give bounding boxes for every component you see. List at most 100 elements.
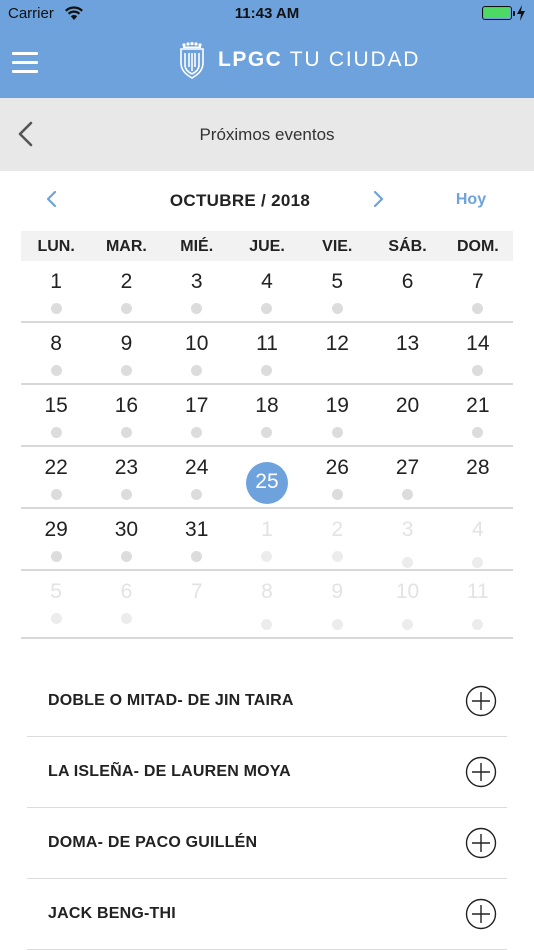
weekday-label: SÁB. — [388, 238, 427, 255]
calendar-day[interactable]: 31 — [162, 509, 232, 569]
day-number: 14 — [466, 332, 490, 355]
add-circle-icon[interactable] — [465, 756, 497, 788]
event-indicator-dot — [261, 365, 273, 376]
subheader-bar: Próximos eventos — [0, 98, 534, 171]
calendar-day[interactable]: 28 — [443, 447, 513, 507]
calendar-day[interactable]: 7 — [443, 261, 513, 321]
day-number: 13 — [395, 332, 420, 355]
calendar-week-row: 29 30 31 1 2 3 4 — [21, 509, 513, 571]
event-list-item[interactable]: LA ISLEÑA- DE LAUREN MOYA — [27, 737, 507, 808]
page-title: Próximos eventos — [199, 125, 335, 144]
calendar-day[interactable]: 11 — [232, 323, 302, 383]
add-circle-icon[interactable] — [465, 898, 497, 930]
day-number: 24 — [185, 456, 209, 479]
calendar-day[interactable]: 4 — [232, 261, 302, 321]
calendar-day-selected[interactable]: 25 — [232, 447, 302, 507]
calendar-day[interactable]: 1 — [21, 261, 91, 321]
weekday-header: LUN. MAR. MIÉ. JUE. VIE. SÁB. DOM. — [21, 231, 513, 261]
calendar-day[interactable]: 26 — [302, 447, 372, 507]
day-number: 25 — [255, 470, 279, 493]
calendar-day[interactable]: 6 — [91, 571, 161, 637]
day-number: 9 — [120, 332, 133, 355]
brand-name: LPGC TU CIUDAD — [218, 48, 420, 72]
calendar-week-row: 22 23 24 25 26 27 28 — [21, 447, 513, 509]
calendar-day[interactable]: 30 — [91, 509, 161, 569]
calendar-day[interactable]: 18 — [232, 385, 302, 445]
calendar-day[interactable]: 15 — [21, 385, 91, 445]
calendar-day[interactable]: 10 — [372, 571, 442, 637]
day-number: 1 — [261, 518, 273, 541]
day-number: 8 — [50, 332, 62, 355]
day-number: 11 — [256, 332, 278, 355]
calendar-day[interactable]: 27 — [372, 447, 442, 507]
calendar-day[interactable]: 4 — [443, 509, 513, 569]
event-list-item[interactable]: DOBLE O MITAD- DE JIN TAIRA — [27, 666, 507, 737]
calendar-day[interactable]: 1 — [232, 509, 302, 569]
calendar-day[interactable]: 3 — [162, 261, 232, 321]
weekday-label: MIÉ. — [180, 238, 214, 255]
event-indicator-dot — [472, 365, 484, 376]
day-number: 7 — [190, 580, 203, 603]
event-list-item[interactable]: JACK BENG-THI — [27, 879, 507, 950]
calendar-day[interactable]: 8 — [232, 571, 302, 637]
calendar-day[interactable]: 14 — [443, 323, 513, 383]
day-number: 10 — [185, 332, 209, 355]
event-indicator-dot — [261, 303, 273, 314]
calendar-day[interactable]: 5 — [21, 571, 91, 637]
calendar-day[interactable]: 29 — [21, 509, 91, 569]
event-indicator-dot — [331, 303, 343, 314]
event-title: JACK BENG-THI — [48, 905, 176, 922]
day-number: 9 — [331, 580, 344, 603]
event-indicator-dot — [472, 557, 484, 568]
calendar-day[interactable]: 5 — [302, 261, 372, 321]
calendar-day[interactable]: 24 — [162, 447, 232, 507]
calendar-day[interactable]: 20 — [372, 385, 442, 445]
day-number: 1 — [50, 270, 62, 293]
event-list: DOBLE O MITAD- DE JIN TAIRA LA ISLEÑA- DE… — [27, 666, 507, 950]
day-number: 8 — [261, 580, 273, 603]
calendar-day[interactable]: 11 — [443, 571, 513, 637]
event-title: LA ISLEÑA- DE LAUREN MOYA — [48, 763, 291, 780]
event-indicator-dot — [472, 619, 484, 630]
day-number: 30 — [114, 518, 139, 541]
weekday-label: LUN. — [37, 238, 75, 255]
add-circle-icon[interactable] — [465, 827, 497, 859]
calendar-day[interactable]: 2 — [302, 509, 372, 569]
calendar-day[interactable]: 19 — [302, 385, 372, 445]
calendar-day[interactable]: 22 — [21, 447, 91, 507]
charging-icon — [517, 5, 525, 21]
calendar-day[interactable]: 9 — [302, 571, 372, 637]
event-indicator-dot — [261, 551, 273, 562]
calendar-day[interactable]: 9 — [91, 323, 161, 383]
calendar-day[interactable]: 23 — [91, 447, 161, 507]
event-indicator-dot — [261, 427, 273, 438]
event-indicator-dot — [331, 489, 343, 500]
calendar-day[interactable]: 7 — [162, 571, 232, 637]
status-time: 11:43 AM — [234, 5, 300, 22]
calendar-day[interactable]: 2 — [91, 261, 161, 321]
previous-month-chevron-icon[interactable] — [42, 187, 62, 211]
calendar-week-row: 8 9 10 11 12 13 14 — [21, 323, 513, 385]
weekday-label: VIE. — [322, 238, 353, 255]
today-button[interactable]: Hoy — [448, 191, 494, 209]
calendar-day[interactable]: 17 — [162, 385, 232, 445]
event-indicator-dot — [191, 303, 203, 314]
calendar-day[interactable]: 21 — [443, 385, 513, 445]
calendar-day[interactable]: 8 — [21, 323, 91, 383]
calendar-day[interactable]: 10 — [162, 323, 232, 383]
calendar-day[interactable]: 13 — [372, 323, 442, 383]
hamburger-menu-icon[interactable] — [12, 52, 40, 74]
calendar-day[interactable]: 16 — [91, 385, 161, 445]
event-indicator-dot — [261, 619, 273, 630]
event-indicator-dot — [472, 427, 484, 438]
event-indicator-dot — [120, 551, 132, 562]
next-month-chevron-icon[interactable] — [368, 187, 388, 211]
event-title: DOMA- DE PACO GUILLÉN — [48, 834, 258, 851]
add-circle-icon[interactable] — [465, 685, 497, 717]
event-indicator-dot — [50, 551, 62, 562]
calendar-day[interactable]: 12 — [302, 323, 372, 383]
calendar-day[interactable]: 3 — [372, 509, 442, 569]
calendar-day[interactable]: 6 — [372, 261, 442, 321]
day-number: 12 — [325, 332, 349, 355]
event-list-item[interactable]: DOMA- DE PACO GUILLÉN — [27, 808, 507, 879]
